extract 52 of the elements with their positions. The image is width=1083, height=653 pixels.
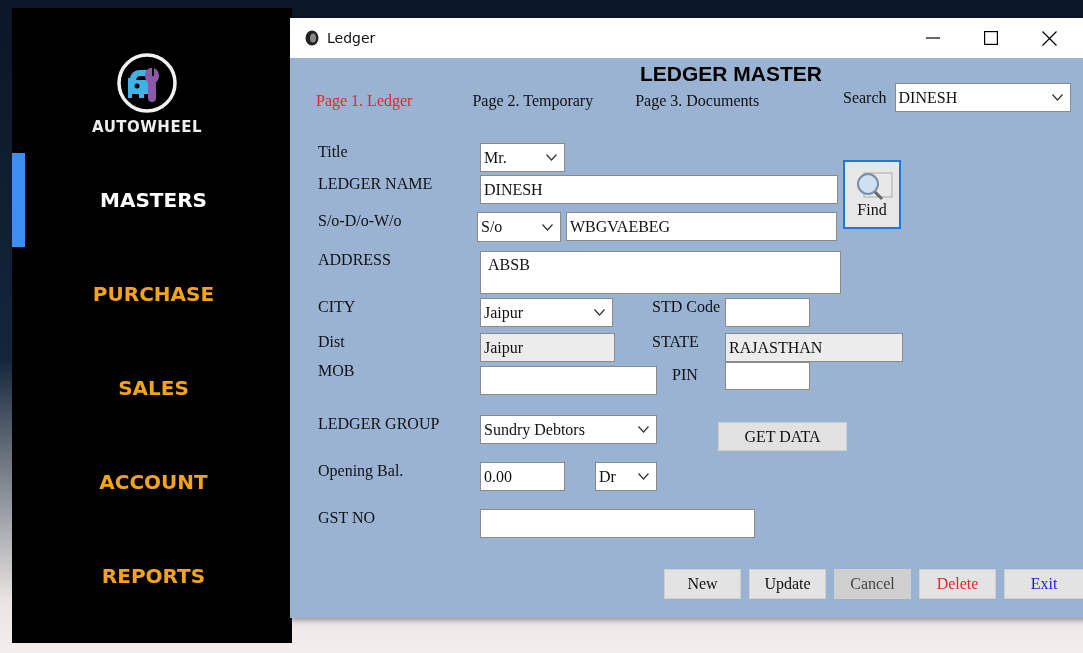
- maximize-icon[interactable]: [984, 31, 998, 45]
- field-label: LEDGER NAME: [317, 175, 434, 193]
- page-tab[interactable]: Page 2. Temporary: [472, 92, 594, 110]
- chevron-icon: [638, 426, 649, 433]
- nav-item[interactable]: PURCHASE: [12, 247, 282, 341]
- ledger-name-field[interactable]: DINESH: [480, 175, 838, 204]
- std-code-field[interactable]: [725, 298, 810, 327]
- field-label: Title: [317, 143, 349, 161]
- field-label: CITY: [317, 298, 357, 316]
- close-icon[interactable]: [1042, 30, 1057, 46]
- action-button[interactable]: New: [664, 569, 741, 599]
- logo-icon: [116, 52, 178, 114]
- field-label: Opening Bal.: [317, 462, 405, 480]
- search-dropdown[interactable]: DINESH: [894, 83, 1071, 112]
- title-dropdown[interactable]: Mr.: [480, 143, 565, 172]
- tire-icon: [305, 30, 319, 46]
- form-heading: LEDGER MASTER: [640, 62, 822, 86]
- relation-name-field[interactable]: WBGVAEBEG: [566, 212, 837, 241]
- opening-balance-field[interactable]: 0.00: [480, 462, 565, 491]
- window-title: Ledger: [327, 30, 376, 46]
- brand-name: AUTOWHEEL: [92, 118, 202, 136]
- field-label: MOB: [317, 362, 356, 380]
- nav-item[interactable]: REPORTS: [12, 529, 282, 623]
- balance-type-dropdown[interactable]: Dr: [595, 462, 657, 491]
- find-button[interactable]: Find: [843, 160, 901, 229]
- chevron-icon: [594, 309, 605, 316]
- address-field[interactable]: ABSB: [480, 251, 841, 294]
- field-label: GST NO: [317, 509, 377, 527]
- nav-item[interactable]: SALES: [12, 341, 282, 435]
- field-label: LEDGER GROUP: [317, 415, 441, 433]
- ledger-group-dropdown[interactable]: Sundry Debtors: [480, 415, 657, 444]
- action-button[interactable]: Update: [749, 569, 826, 599]
- field-label: S/o-D/o-W/o: [317, 212, 403, 230]
- get-data-button[interactable]: GET DATA: [718, 422, 847, 451]
- mobile-field[interactable]: [480, 366, 657, 395]
- action-button[interactable]: Exit: [1004, 569, 1083, 599]
- field-label: ADDRESS: [317, 251, 392, 269]
- chevron-icon: [546, 154, 557, 161]
- field-label: STATE: [652, 333, 700, 351]
- pin-field[interactable]: [725, 362, 810, 390]
- nav-item[interactable]: ACCOUNT: [12, 435, 282, 529]
- chevron-icon: [1051, 94, 1063, 101]
- city-dropdown[interactable]: Jaipur: [480, 298, 613, 327]
- page-tab[interactable]: Page 3. Documents: [635, 92, 760, 110]
- field-label: STD Code: [652, 298, 721, 316]
- field-label: Dist: [317, 333, 346, 351]
- relation-dropdown[interactable]: S/o: [477, 212, 561, 242]
- chevron-icon: [638, 473, 649, 480]
- search-label: Search: [843, 88, 887, 107]
- chevron-icon: [542, 223, 553, 231]
- gst-number-field[interactable]: [480, 509, 755, 538]
- field-label: PIN: [672, 366, 699, 384]
